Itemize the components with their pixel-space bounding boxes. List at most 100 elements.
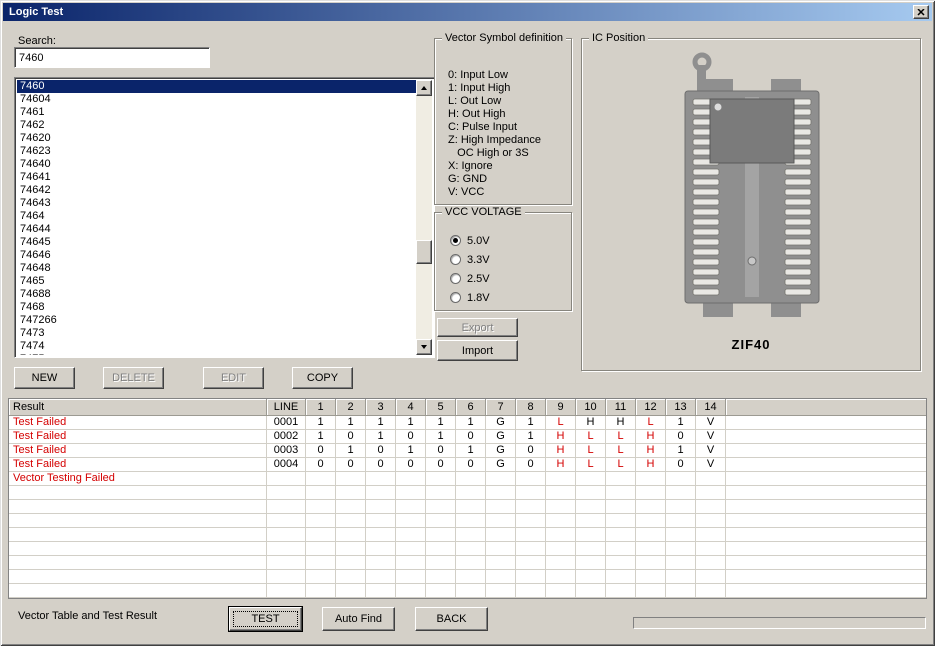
value-cell: [666, 472, 696, 486]
list-item[interactable]: 7475: [17, 353, 416, 355]
table-row[interactable]: Vector Testing Failed: [9, 472, 926, 486]
table-row[interactable]: [9, 570, 926, 584]
value-cell: [636, 584, 666, 598]
value-cell: 1: [666, 416, 696, 430]
line-cell: [267, 514, 306, 528]
value-cell: [426, 584, 456, 598]
value-cell: 1: [426, 416, 456, 430]
value-cell: L: [546, 416, 576, 430]
value-cell: [426, 542, 456, 556]
delete-button[interactable]: DELETE: [103, 367, 164, 389]
value-cell: [576, 542, 606, 556]
table-row[interactable]: Test Failed0004000000G0HLLH0V: [9, 458, 926, 472]
row-filler: [726, 528, 926, 542]
value-cell: 1: [666, 444, 696, 458]
test-button[interactable]: TEST: [229, 607, 302, 631]
value-cell: [636, 472, 666, 486]
list-item[interactable]: 74648: [17, 262, 416, 275]
ic-listbox[interactable]: 7460746047461746274620746237464074641746…: [14, 77, 435, 358]
list-item[interactable]: 7462: [17, 119, 416, 132]
table-row[interactable]: [9, 500, 926, 514]
search-input[interactable]: [14, 47, 210, 68]
vcc-option-3.3V[interactable]: 3.3V: [450, 250, 490, 269]
close-button[interactable]: [913, 5, 929, 19]
table-row[interactable]: [9, 528, 926, 542]
scroll-down-button[interactable]: [416, 339, 432, 355]
table-row[interactable]: [9, 486, 926, 500]
export-button[interactable]: Export: [437, 318, 518, 337]
value-cell: 0: [366, 458, 396, 472]
list-item[interactable]: 7465: [17, 275, 416, 288]
scroll-up-button[interactable]: [416, 80, 432, 96]
list-scrollbar[interactable]: [416, 80, 432, 355]
ic-position-group-title: IC Position: [589, 32, 648, 44]
value-cell: [546, 542, 576, 556]
table-row[interactable]: [9, 542, 926, 556]
edit-button[interactable]: EDIT: [203, 367, 264, 389]
list-item[interactable]: 747266: [17, 314, 416, 327]
auto-find-button[interactable]: Auto Find: [322, 607, 395, 631]
table-row[interactable]: Test Failed0002101010G1HLLH0V: [9, 430, 926, 444]
line-cell: 0003: [267, 444, 306, 458]
vcc-option-label: 3.3V: [467, 254, 490, 266]
table-row[interactable]: Test Failed0001111111G1LHHL1V: [9, 416, 926, 430]
table-row[interactable]: [9, 514, 926, 528]
table-row[interactable]: Test Failed0003010101G0HLLH1V: [9, 444, 926, 458]
vcc-option-1.8V[interactable]: 1.8V: [450, 288, 490, 307]
result-table-body: Test Failed0001111111G1LHHL1VTest Failed…: [9, 416, 926, 598]
radio-icon[interactable]: [450, 254, 461, 265]
value-cell: G: [486, 430, 516, 444]
value-cell: [486, 486, 516, 500]
vector-symbol-line: Z: High Impedance: [448, 134, 541, 147]
scroll-thumb[interactable]: [416, 240, 432, 264]
new-button[interactable]: NEW: [14, 367, 75, 389]
value-cell: [486, 542, 516, 556]
list-item[interactable]: 74688: [17, 288, 416, 301]
line-cell: [267, 500, 306, 514]
value-cell: V: [696, 416, 726, 430]
value-cell: [606, 500, 636, 514]
list-item[interactable]: 74641: [17, 171, 416, 184]
radio-icon[interactable]: [450, 292, 461, 303]
line-cell: [267, 486, 306, 500]
result-cell: [9, 542, 267, 556]
value-cell: [576, 514, 606, 528]
back-button[interactable]: BACK: [415, 607, 488, 631]
list-item[interactable]: 74623: [17, 145, 416, 158]
list-item[interactable]: 7468: [17, 301, 416, 314]
value-cell: [606, 472, 636, 486]
list-item[interactable]: 74643: [17, 197, 416, 210]
value-cell: [306, 514, 336, 528]
list-item[interactable]: 74620: [17, 132, 416, 145]
list-item[interactable]: 7473: [17, 327, 416, 340]
list-item[interactable]: 74604: [17, 93, 416, 106]
list-item[interactable]: 7464: [17, 210, 416, 223]
value-cell: [576, 528, 606, 542]
list-item[interactable]: 74644: [17, 223, 416, 236]
value-cell: [366, 556, 396, 570]
column-header: 12: [636, 399, 666, 416]
list-item[interactable]: 74646: [17, 249, 416, 262]
radio-icon[interactable]: [450, 235, 461, 246]
vcc-option-2.5V[interactable]: 2.5V: [450, 269, 490, 288]
import-button[interactable]: Import: [437, 340, 518, 361]
line-cell: 0004: [267, 458, 306, 472]
vcc-option-label: 2.5V: [467, 273, 490, 285]
list-item[interactable]: 74640: [17, 158, 416, 171]
window-title: Logic Test: [9, 6, 913, 18]
table-row[interactable]: [9, 584, 926, 598]
copy-button[interactable]: COPY: [292, 367, 353, 389]
column-header-filler: [726, 399, 926, 416]
list-item[interactable]: 7461: [17, 106, 416, 119]
radio-icon[interactable]: [450, 273, 461, 284]
list-item[interactable]: 7460: [17, 80, 416, 93]
result-table: ResultLINE1234567891011121314 Test Faile…: [8, 398, 927, 599]
value-cell: 1: [426, 430, 456, 444]
value-cell: [336, 500, 366, 514]
list-item[interactable]: 74642: [17, 184, 416, 197]
table-row[interactable]: [9, 556, 926, 570]
list-item[interactable]: 74645: [17, 236, 416, 249]
value-cell: L: [606, 458, 636, 472]
vcc-option-5.0V[interactable]: 5.0V: [450, 231, 490, 250]
list-item[interactable]: 7474: [17, 340, 416, 353]
